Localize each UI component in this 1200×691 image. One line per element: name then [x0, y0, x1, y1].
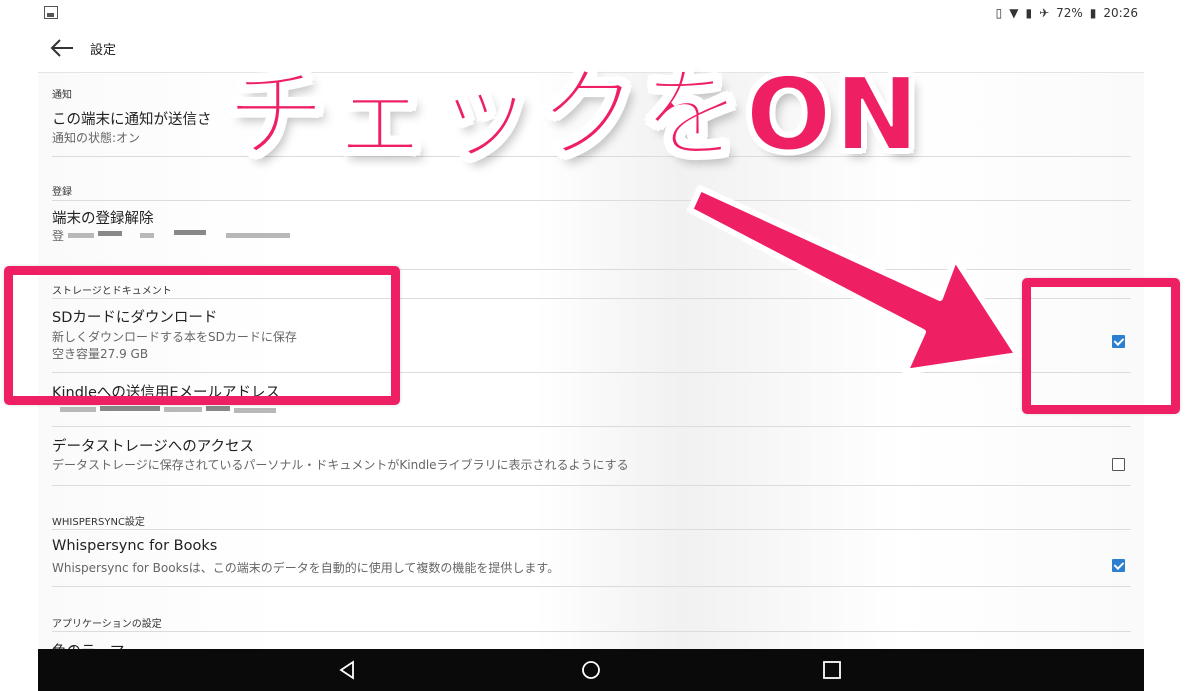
clock: 20:26	[1103, 6, 1138, 20]
redacted-text	[164, 407, 202, 412]
data-storage-access-title[interactable]: データストレージへのアクセス	[52, 435, 254, 456]
redacted-text	[174, 230, 206, 235]
battery-percent: 72%	[1056, 6, 1083, 20]
deregister-row-sub: 登	[52, 229, 65, 243]
page-title: 設定	[90, 43, 117, 58]
redacted-text	[226, 233, 290, 238]
data-storage-access-checkbox[interactable]	[1112, 458, 1125, 471]
section-header-registration: 登録	[52, 187, 72, 198]
vibrate-icon: ▯	[995, 6, 1003, 20]
divider	[52, 631, 1131, 632]
highlight-box-checkbox	[1022, 278, 1180, 414]
data-storage-access-description: データストレージに保存されているパーソナル・ドキュメントがKindleライブラリ…	[52, 458, 629, 472]
redacted-text	[140, 233, 154, 238]
divider	[52, 485, 1131, 486]
airplane-icon: ✈	[1039, 6, 1050, 20]
annotation-text: チェックをON	[225, 55, 923, 174]
battery-icon: ▮	[1089, 6, 1097, 20]
divider	[52, 529, 1131, 530]
nav-back-icon[interactable]	[336, 658, 360, 682]
section-header-app-settings: アプリケーションの設定	[52, 619, 162, 630]
redacted-text	[98, 231, 122, 236]
notifications-row-title[interactable]: この端末に通知が送信さ	[52, 108, 212, 129]
nav-recents-icon[interactable]	[820, 658, 844, 682]
status-bar: ▯ ▼ ▮ ✈ 72% ▮ 20:26	[0, 0, 1200, 26]
section-header-whispersync: WHISPERSYNC設定	[52, 517, 145, 528]
whispersync-title[interactable]: Whispersync for Books	[52, 538, 217, 554]
status-icons: ▯ ▼ ▮ ✈ 72% ▮ 20:26	[996, 4, 1138, 22]
nav-home-icon[interactable]	[579, 658, 603, 682]
redacted-text	[234, 408, 276, 413]
highlight-box-sd-download	[4, 266, 400, 405]
notifications-row-status: 通知の状態:オン	[52, 131, 141, 145]
section-header-notifications: 通知	[52, 90, 72, 101]
whispersync-description: Whispersync for Booksは、この端末のデータを自動的に使用して…	[52, 561, 560, 575]
back-arrow-icon[interactable]	[48, 37, 76, 59]
wifi-icon: ▼	[1009, 6, 1019, 20]
redacted-text	[60, 407, 96, 412]
divider	[52, 200, 1131, 201]
whispersync-checkbox[interactable]	[1112, 559, 1125, 572]
redacted-text	[100, 406, 160, 411]
image-notification-icon	[44, 6, 58, 19]
divider	[52, 426, 1131, 427]
redacted-text	[206, 406, 230, 411]
navigation-bar	[38, 649, 1144, 691]
battery-saver-icon: ▮	[1025, 6, 1033, 20]
divider	[52, 586, 1131, 587]
deregister-row-title[interactable]: 端末の登録解除	[52, 207, 154, 228]
redacted-text	[68, 233, 94, 238]
